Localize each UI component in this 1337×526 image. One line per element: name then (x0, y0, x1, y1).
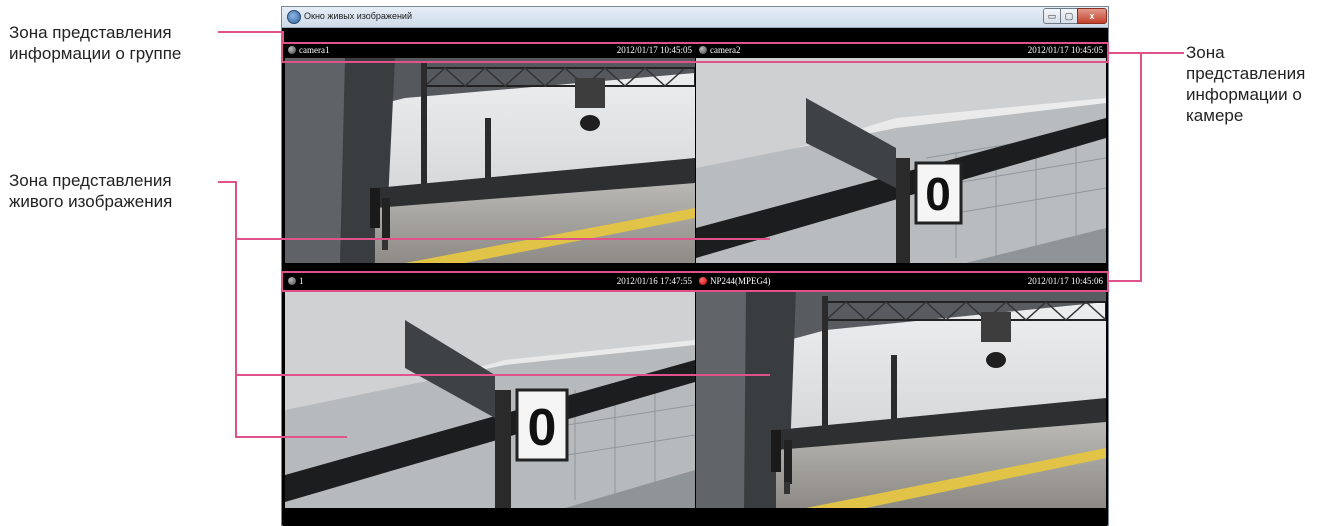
window-title: Окно живых изображений (304, 11, 412, 21)
leader-line-camera (1140, 52, 1142, 282)
annotation-live-image: Зона представления живого изображения (9, 171, 173, 211)
maximize-button[interactable]: ▢ (1060, 8, 1078, 24)
leader-line-live (235, 436, 347, 438)
title-bar[interactable]: Окно живых изображений ▭ ▢ x (282, 7, 1108, 28)
live-image-tile-3[interactable]: 0 (285, 290, 695, 508)
leader-line-live (235, 238, 770, 240)
platform-sign-number: 0 (925, 168, 951, 220)
annotation-group-info: Зона представления информации о группе (9, 23, 182, 63)
group-info-highlight (281, 42, 1109, 63)
group-info-bar (283, 28, 1107, 42)
leader-line-live (235, 374, 770, 376)
leader-line-live (218, 181, 236, 183)
platform-sign-number: 0 (528, 399, 557, 457)
leader-line-camera (1109, 280, 1142, 282)
live-image-tile-4[interactable] (696, 290, 1106, 508)
leader-line-group (282, 31, 284, 43)
status-bar (283, 510, 1107, 526)
live-image-window: Окно живых изображений ▭ ▢ x camera1 201… (281, 6, 1109, 526)
leader-line-group (218, 31, 282, 33)
annotation-camera-info: Зона представления информации о камере (1186, 43, 1306, 125)
camera-info-highlight (281, 271, 1109, 292)
close-button[interactable]: x (1077, 8, 1107, 24)
leader-line-live (235, 181, 237, 438)
leader-line-camera (1109, 52, 1142, 54)
leader-line-camera (1142, 52, 1184, 54)
app-icon (287, 10, 301, 24)
live-image-tile-2[interactable]: 0 (696, 58, 1106, 263)
minimize-button[interactable]: ▭ (1043, 8, 1061, 24)
live-image-tile-1[interactable] (285, 58, 695, 263)
